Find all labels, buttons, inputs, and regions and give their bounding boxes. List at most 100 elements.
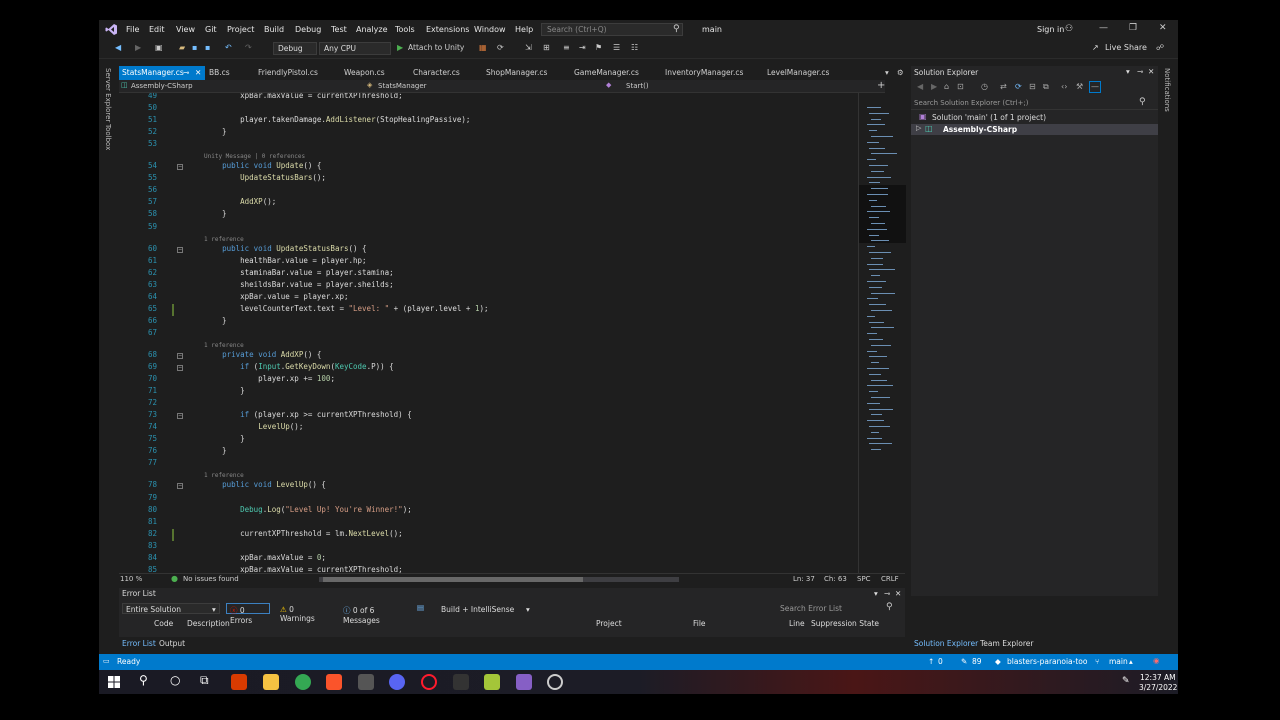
branch-chevron-icon[interactable]: ▴ <box>1129 657 1133 666</box>
code-line[interactable]: xpBar.maxValue = currentXPThreshold; <box>204 93 403 100</box>
attach-to-unity-button[interactable]: Attach to Unity <box>408 43 464 52</box>
code-line[interactable]: currentXPThreshold = lm.NextLevel(); <box>204 529 403 538</box>
new-item-icon[interactable]: ▣ <box>155 43 163 52</box>
collapse-all-icon[interactable]: ⊟ <box>1029 82 1036 91</box>
refresh-icon[interactable]: ⟳ <box>1015 82 1022 91</box>
code-line[interactable]: xpBar.maxValue = 0; <box>204 553 326 562</box>
panel-menu-icon[interactable]: ▾ <box>1126 67 1130 76</box>
code-line[interactable]: public void LevelUp() { <box>204 480 326 489</box>
menu-file[interactable]: File <box>126 25 139 34</box>
menu-extensions[interactable]: Extensions <box>426 25 469 34</box>
tab-bb[interactable]: BB.cs <box>209 66 230 80</box>
tab-settings-icon[interactable]: ⚙ <box>897 66 904 80</box>
config-dropdown[interactable]: Debug <box>273 42 317 55</box>
menu-git[interactable]: Git <box>205 25 217 34</box>
se-back-icon[interactable]: ◀ <box>917 82 923 91</box>
live-share-button[interactable]: Live Share <box>1105 43 1147 52</box>
search-input[interactable]: Search (Ctrl+Q) <box>541 23 683 36</box>
clock-time[interactable]: 12:37 AM <box>1140 673 1176 682</box>
column-suppression-state[interactable]: Suppression State <box>811 619 879 628</box>
opera-icon[interactable] <box>421 674 437 690</box>
forward-icon[interactable]: ▶ <box>135 43 141 52</box>
push-arrow-icon[interactable]: ↑ <box>928 657 934 666</box>
indent-icon[interactable]: ⇥ <box>579 43 586 52</box>
code-line[interactable]: } <box>204 446 227 455</box>
code-line[interactable]: xpBar.value = player.xp; <box>204 292 348 301</box>
save-all-icon[interactable]: ▪ <box>205 43 210 52</box>
code-line[interactable]: player.takenDamage.AddListener(StopHeali… <box>204 115 470 124</box>
switch-views-icon[interactable]: ⊡ <box>957 82 964 91</box>
messages-filter-button[interactable]: ⓘ 0 of 6 Messages <box>339 603 411 625</box>
error-list-pin-icon[interactable]: ⊸ <box>884 589 890 598</box>
pen-tray-icon[interactable]: ✎ <box>1122 676 1130 686</box>
panel-close-icon[interactable]: ✕ <box>1148 67 1154 76</box>
office-icon[interactable] <box>231 674 247 690</box>
member-dropdown[interactable]: Start() <box>626 82 649 90</box>
split-editor-icon[interactable]: + <box>877 80 885 91</box>
tab-friendlypistol[interactable]: FriendlyPistol.cs <box>258 66 318 80</box>
gitkraken-icon[interactable] <box>484 674 500 690</box>
fold-toggle-icon[interactable]: − <box>177 352 183 359</box>
task-view-icon[interactable]: ⧉ <box>200 673 209 688</box>
expand-icon[interactable]: ▷ <box>916 124 921 132</box>
account-icon[interactable]: ⚇ <box>1065 24 1073 34</box>
menu-view[interactable]: View <box>176 25 195 34</box>
tab-levelmanager[interactable]: LevelManager.cs <box>767 66 829 80</box>
tab-output[interactable]: Output <box>159 639 185 648</box>
menu-tools[interactable]: Tools <box>395 25 415 34</box>
code-line[interactable]: } <box>204 386 245 395</box>
sign-in-link[interactable]: Sign in <box>1037 25 1064 34</box>
notification-bell-icon[interactable]: ◉ <box>1153 656 1160 665</box>
repository-name[interactable]: blasters-paranoia-too <box>1007 657 1087 666</box>
code-line[interactable]: staminaBar.value = player.stamina; <box>204 268 394 277</box>
menu-analyze[interactable]: Analyze <box>356 25 388 34</box>
sync-icon[interactable]: ⇄ <box>1000 82 1007 91</box>
codelens-annotation[interactable]: Unity Message | 0 references <box>204 153 305 160</box>
error-list-close-icon[interactable]: ✕ <box>895 589 901 598</box>
play-icon[interactable]: ▶ <box>397 43 403 52</box>
tab-inventorymanager[interactable]: InventoryManager.cs <box>665 66 743 80</box>
history-icon[interactable]: ◷ <box>981 82 988 91</box>
tab-close-icon[interactable]: ✕ <box>195 68 201 77</box>
build-source-dropdown[interactable]: Build + IntelliSense ▾ <box>437 603 535 614</box>
solution-search-icon[interactable]: ⚲ <box>1139 97 1146 107</box>
menu-build[interactable]: Build <box>264 25 284 34</box>
horizontal-scrollbar[interactable] <box>319 577 679 582</box>
code-line[interactable]: } <box>204 316 227 325</box>
code-line[interactable]: } <box>204 127 227 136</box>
live-share-icon[interactable]: ↗ <box>1092 43 1099 52</box>
properties-icon[interactable]: ⚒ <box>1076 82 1083 91</box>
maximize-icon[interactable]: ❐ <box>1129 23 1137 33</box>
discord-icon[interactable] <box>389 674 405 690</box>
issues-status[interactable]: No issues found <box>183 575 239 583</box>
codelens-annotation[interactable]: 1 reference <box>204 472 244 479</box>
pending-changes-icon[interactable]: ✎ <box>961 657 967 666</box>
comment-icon[interactable]: ☰ <box>613 43 620 52</box>
column-file[interactable]: File <box>693 619 706 628</box>
whitespace-mode[interactable]: SPC <box>857 575 871 583</box>
menu-edit[interactable]: Edit <box>149 25 165 34</box>
code-line[interactable]: Debug.Log("Level Up! You're Winner!"); <box>204 505 412 514</box>
search-icon[interactable]: ⚲ <box>673 24 680 34</box>
code-line[interactable]: if (player.xp >= currentXPThreshold) { <box>204 410 412 419</box>
app-icon[interactable] <box>358 674 374 690</box>
solution-search-input[interactable]: Search Solution Explorer (Ctrl+;) ⚲ <box>911 96 1158 110</box>
line-ending[interactable]: CRLF <box>881 575 899 583</box>
open-folder-icon[interactable]: ▰ <box>179 43 185 52</box>
column-line[interactable]: Line <box>789 619 805 628</box>
menu-debug[interactable]: Debug <box>295 25 321 34</box>
tab-shopmanager[interactable]: ShopManager.cs <box>486 66 547 80</box>
code-line[interactable]: } <box>204 209 227 218</box>
menu-test[interactable]: Test <box>331 25 347 34</box>
fold-toggle-icon[interactable]: − <box>177 413 183 420</box>
uncomment-icon[interactable]: ☷ <box>631 43 638 52</box>
unity-icon[interactable]: ▦ <box>479 43 487 52</box>
minimap-scrollbar[interactable] <box>858 93 906 573</box>
notifications-tab[interactable]: Notifications <box>1163 68 1171 112</box>
bookmark-icon[interactable]: ⚑ <box>595 43 602 52</box>
tree-item-solution[interactable]: ▣ Solution 'main' (1 of 1 project) <box>911 112 1158 123</box>
code-line[interactable]: LevelUp(); <box>204 422 303 431</box>
code-line[interactable]: private void AddXP() { <box>204 350 321 359</box>
panel-pin-icon[interactable]: ⊸ <box>1137 67 1143 76</box>
codelens-annotation[interactable]: 1 reference <box>204 342 244 349</box>
